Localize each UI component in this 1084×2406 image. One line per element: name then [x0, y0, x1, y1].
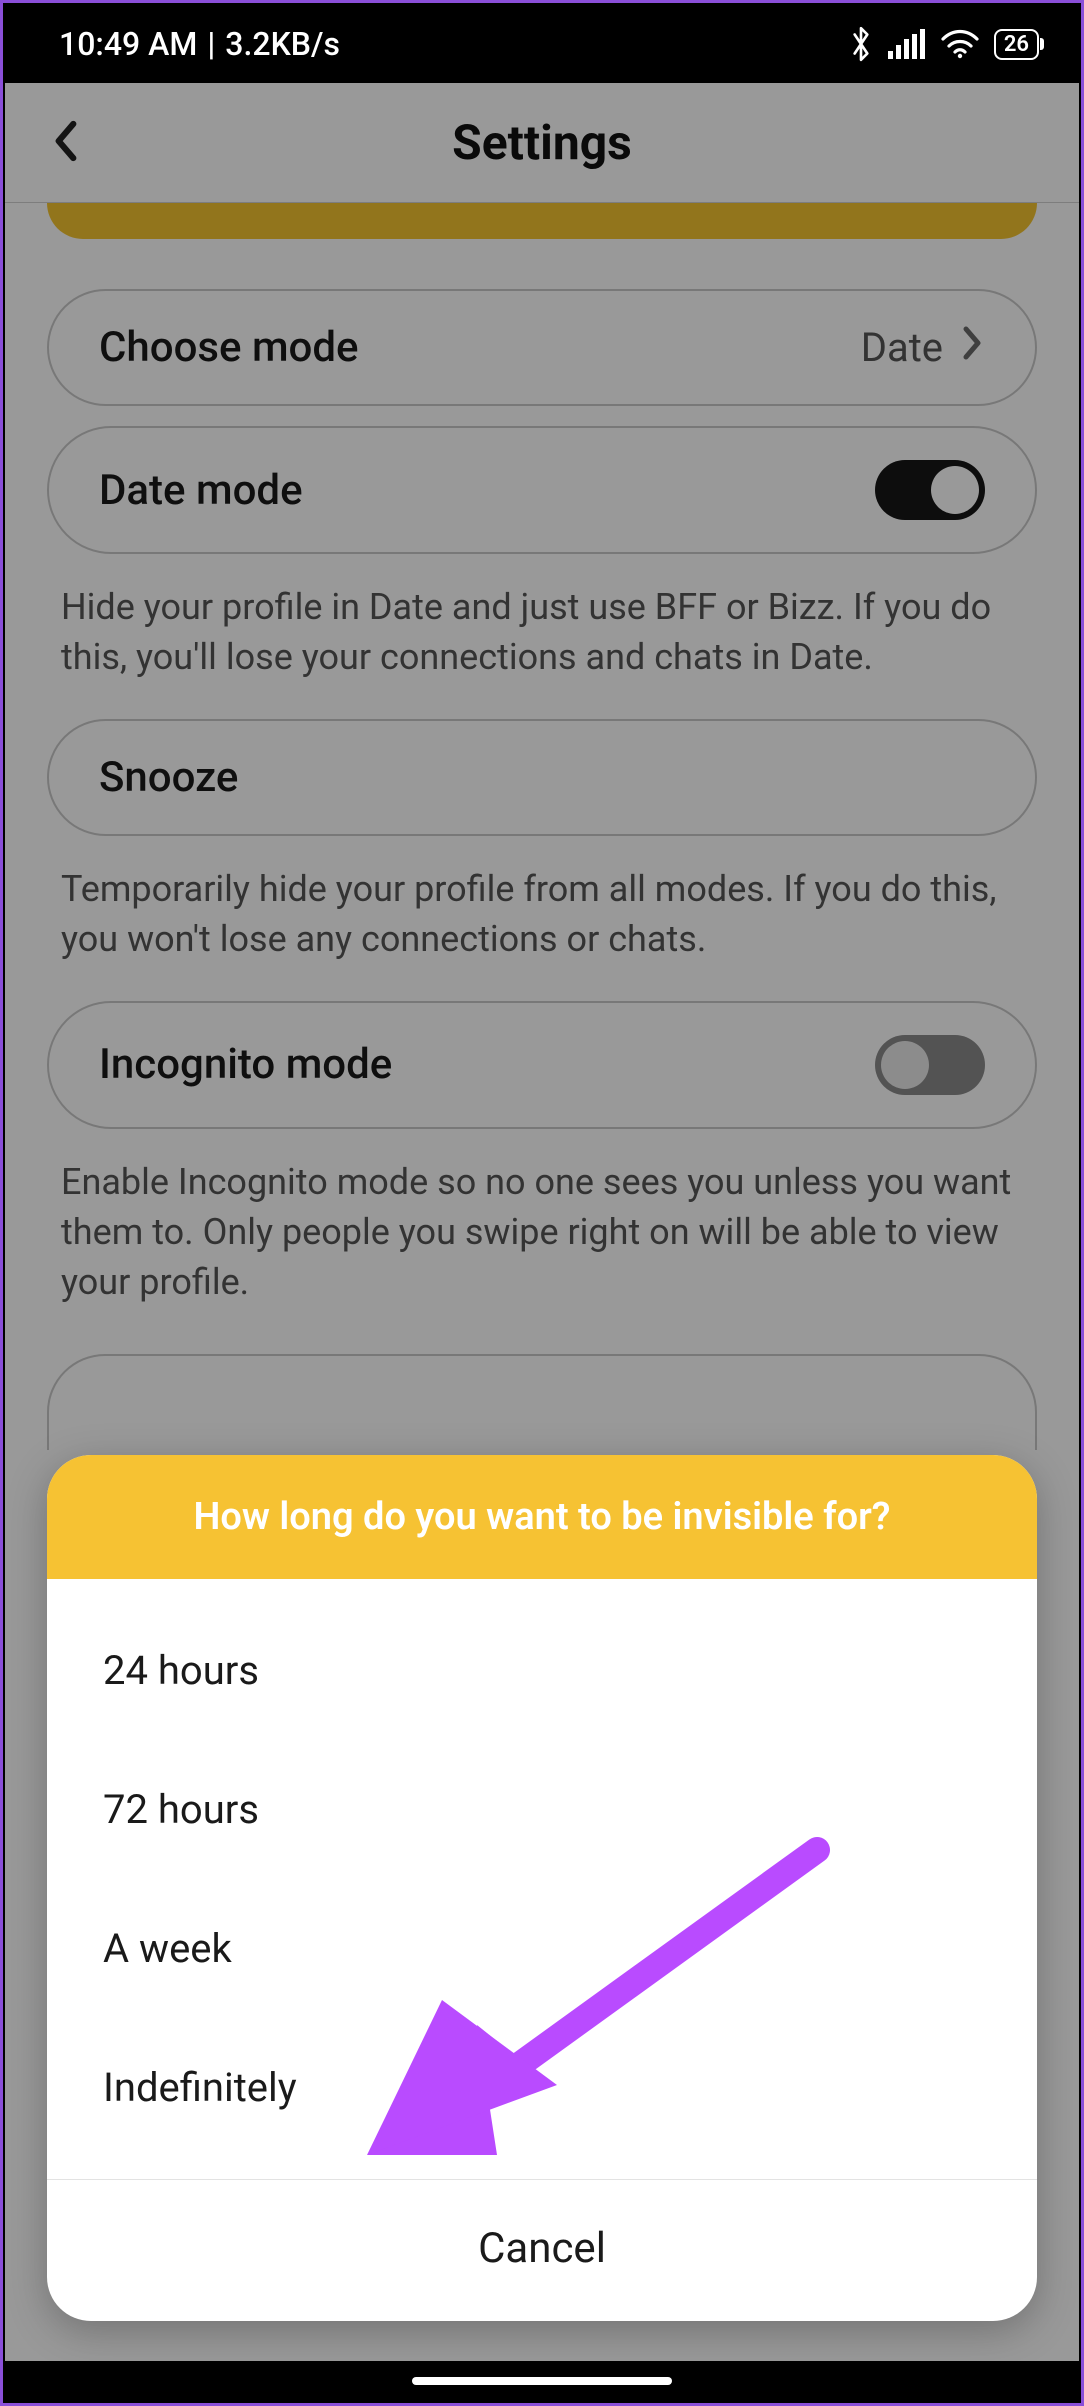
status-separator: | [197, 25, 225, 63]
cancel-button[interactable]: Cancel [47, 2179, 1037, 2321]
snooze-option-72-hours[interactable]: 72 hours [47, 1740, 1037, 1879]
status-bar: 10:49 AM | 3.2KB/s [5, 5, 1079, 83]
status-time: 10:49 AM [59, 25, 197, 63]
sheet-title: How long do you want to be invisible for… [47, 1455, 1037, 1579]
battery-indicator: 26 [994, 29, 1039, 60]
snooze-option-indefinitely[interactable]: Indefinitely [47, 2018, 1037, 2157]
system-nav-bar [5, 2361, 1079, 2401]
snooze-duration-sheet: How long do you want to be invisible for… [47, 1455, 1037, 2321]
snooze-option-24-hours[interactable]: 24 hours [47, 1601, 1037, 1740]
bluetooth-icon [848, 25, 874, 63]
home-indicator[interactable] [412, 2377, 672, 2385]
cellular-signal-icon [888, 29, 926, 59]
status-transfer: 3.2KB/s [225, 25, 340, 63]
wifi-icon [940, 29, 980, 59]
snooze-option-a-week[interactable]: A week [47, 1879, 1037, 2018]
battery-value: 26 [1004, 32, 1029, 57]
